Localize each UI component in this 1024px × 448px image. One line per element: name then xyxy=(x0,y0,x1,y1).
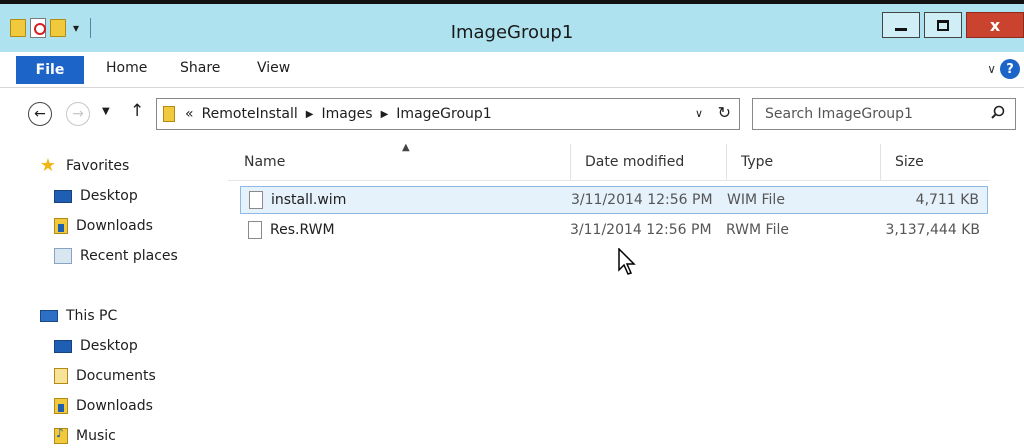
tab-share[interactable]: Share xyxy=(180,60,220,76)
window-controls: x xyxy=(882,12,1024,38)
file-date-modified: 3/11/2014 12:56 PM xyxy=(571,192,713,208)
maximize-icon xyxy=(937,19,949,31)
nav-label: This PC xyxy=(66,308,118,324)
file-size: 4,711 KB xyxy=(915,192,979,208)
address-row: ← → ▼ ↑ « RemoteInstall ▶ Images ▶ Image… xyxy=(0,88,1024,140)
nav-label: Favorites xyxy=(66,158,130,174)
recent-locations-dropdown-icon[interactable]: ▼ xyxy=(102,106,110,117)
expand-ribbon-icon[interactable]: ∨ xyxy=(987,62,996,76)
nav-item-documents[interactable]: Documents xyxy=(54,368,156,384)
nav-item-desktop[interactable]: Desktop xyxy=(54,188,138,204)
file-date-modified: 3/11/2014 12:56 PM xyxy=(570,222,712,238)
desktop-icon xyxy=(54,339,72,353)
chevron-right-icon[interactable]: ▶ xyxy=(381,109,389,120)
chevron-right-icon[interactable]: ▶ xyxy=(306,109,314,120)
table-row[interactable]: Res.RWM 3/11/2014 12:56 PM RWM File 3,13… xyxy=(240,216,988,244)
nav-label: Desktop xyxy=(80,338,138,354)
folder-icon xyxy=(163,106,175,122)
nav-label: Music xyxy=(76,428,116,444)
back-button[interactable]: ← xyxy=(28,102,52,126)
nav-item-desktop[interactable]: Desktop xyxy=(54,338,138,354)
file-icon xyxy=(248,221,262,239)
file-size: 3,137,444 KB xyxy=(885,222,981,238)
file-type: RWM File xyxy=(726,222,789,238)
nav-item-recent-places[interactable]: Recent places xyxy=(54,248,178,264)
ribbon: File Home Share View ∨ ? xyxy=(0,52,1024,88)
forward-arrow-icon: → xyxy=(72,106,84,122)
music-icon xyxy=(54,426,68,444)
star-icon: ★ xyxy=(39,155,57,176)
column-header-type[interactable]: Type xyxy=(726,144,880,180)
nav-label: Recent places xyxy=(80,248,178,264)
nav-label: Downloads xyxy=(76,398,153,414)
nav-favorites[interactable]: ★ Favorites xyxy=(38,155,130,176)
address-bar[interactable]: « RemoteInstall ▶ Images ▶ ImageGroup1 ∨… xyxy=(156,98,740,130)
file-icon xyxy=(249,191,263,209)
search-icon[interactable] xyxy=(991,105,1005,119)
help-icon[interactable]: ? xyxy=(1000,59,1020,79)
nav-label: Documents xyxy=(76,368,156,384)
column-header-size[interactable]: Size xyxy=(880,144,990,180)
breadcrumb-segment[interactable]: RemoteInstall xyxy=(202,106,298,122)
refresh-icon[interactable]: ↻ xyxy=(718,103,731,122)
nav-item-downloads[interactable]: Downloads xyxy=(54,398,153,414)
breadcrumb: « RemoteInstall ▶ Images ▶ ImageGroup1 xyxy=(185,106,492,122)
search-box[interactable] xyxy=(752,98,1016,130)
file-name: Res.RWM xyxy=(270,222,335,238)
nav-label: Desktop xyxy=(80,188,138,204)
computer-icon xyxy=(40,310,58,322)
up-arrow-icon[interactable]: ↑ xyxy=(130,101,144,121)
nav-this-pc[interactable]: This PC xyxy=(40,308,117,324)
address-dropdown-icon[interactable]: ∨ xyxy=(695,107,703,120)
nav-item-music[interactable]: Music xyxy=(54,426,116,444)
breadcrumb-overflow[interactable]: « xyxy=(185,106,194,122)
column-header-name[interactable]: Name xyxy=(230,144,570,180)
back-arrow-icon: ← xyxy=(34,106,46,122)
file-type: WIM File xyxy=(727,192,785,208)
desktop-icon xyxy=(54,189,72,203)
title-bar: ▾ ImageGroup1 x xyxy=(0,0,1024,52)
downloads-icon xyxy=(54,218,68,234)
minimize-icon xyxy=(895,27,907,31)
file-name: install.wim xyxy=(271,192,347,208)
recent-places-icon xyxy=(54,248,72,264)
tab-home[interactable]: Home xyxy=(106,60,147,76)
file-tab[interactable]: File xyxy=(16,56,84,84)
close-button[interactable]: x xyxy=(966,12,1024,38)
navigation-pane: ★ Favorites Desktop Downloads Recent pla… xyxy=(0,140,228,448)
nav-label: Downloads xyxy=(76,218,153,234)
forward-button[interactable]: → xyxy=(66,102,90,126)
downloads-icon xyxy=(54,398,68,414)
header-divider xyxy=(228,180,990,181)
table-row[interactable]: install.wim 3/11/2014 12:56 PM WIM File … xyxy=(240,186,988,214)
breadcrumb-segment[interactable]: Images xyxy=(321,106,372,122)
nav-item-downloads[interactable]: Downloads xyxy=(54,218,153,234)
maximize-button[interactable] xyxy=(924,12,962,38)
tab-view[interactable]: View xyxy=(257,60,290,76)
breadcrumb-segment[interactable]: ImageGroup1 xyxy=(396,106,491,122)
window-title: ImageGroup1 xyxy=(450,22,574,43)
search-input[interactable] xyxy=(765,106,965,122)
documents-icon xyxy=(54,368,68,384)
file-list: ▲ Name Date modified Type Size install.w… xyxy=(228,140,1024,448)
mouse-cursor-icon xyxy=(618,248,636,275)
column-header-date-modified[interactable]: Date modified xyxy=(570,144,726,180)
minimize-button[interactable] xyxy=(882,12,920,38)
